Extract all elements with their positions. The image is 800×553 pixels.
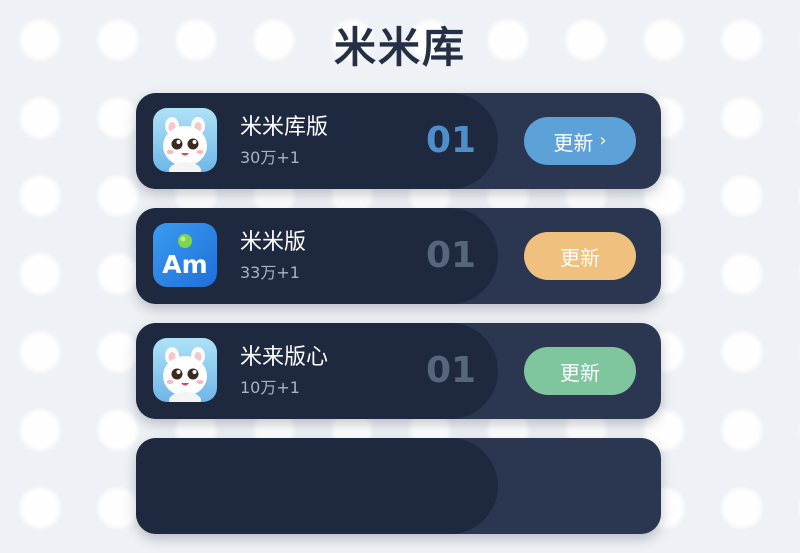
chevron-right-icon: › <box>599 130 607 151</box>
am-logo-icon: Am <box>153 223 217 287</box>
am-logo-text: Am <box>162 250 207 279</box>
update-button[interactable]: 更新 › <box>524 117 636 165</box>
app-download-count: 10万+1 <box>240 378 300 397</box>
update-button[interactable]: 更新 <box>524 232 636 280</box>
update-button[interactable]: 更新 <box>524 347 636 395</box>
app-name: 米米版 <box>240 230 307 255</box>
update-button-label: 更新 <box>553 130 594 155</box>
list-item[interactable]: 米来版心 10万+1 01 更新 <box>136 323 661 419</box>
app-download-count: 30万+1 <box>240 148 300 167</box>
app-name: 米米库版 <box>240 115 329 140</box>
app-name: 米来版心 <box>240 345 329 370</box>
list-item[interactable]: 米米库版 30万+1 01 更新 › <box>136 93 661 189</box>
app-rank: 01 <box>426 120 477 161</box>
app-rank: 01 <box>426 235 477 276</box>
update-button-label: 更新 <box>560 245 600 270</box>
app-list: 米米库版 30万+1 01 更新 › Am 米米版 33万+1 01 更新 米来… <box>136 93 661 553</box>
page-title: 米米库 <box>333 23 466 72</box>
update-button-label: 更新 <box>560 360 600 385</box>
card-panel <box>136 438 498 534</box>
app-rank: 01 <box>426 350 477 391</box>
app-download-count: 33万+1 <box>240 263 300 282</box>
list-item[interactable] <box>136 438 661 534</box>
list-item[interactable]: Am 米米版 33万+1 01 更新 <box>136 208 661 304</box>
cat-mascot-icon <box>153 108 217 172</box>
cat-mascot-icon <box>153 338 217 402</box>
